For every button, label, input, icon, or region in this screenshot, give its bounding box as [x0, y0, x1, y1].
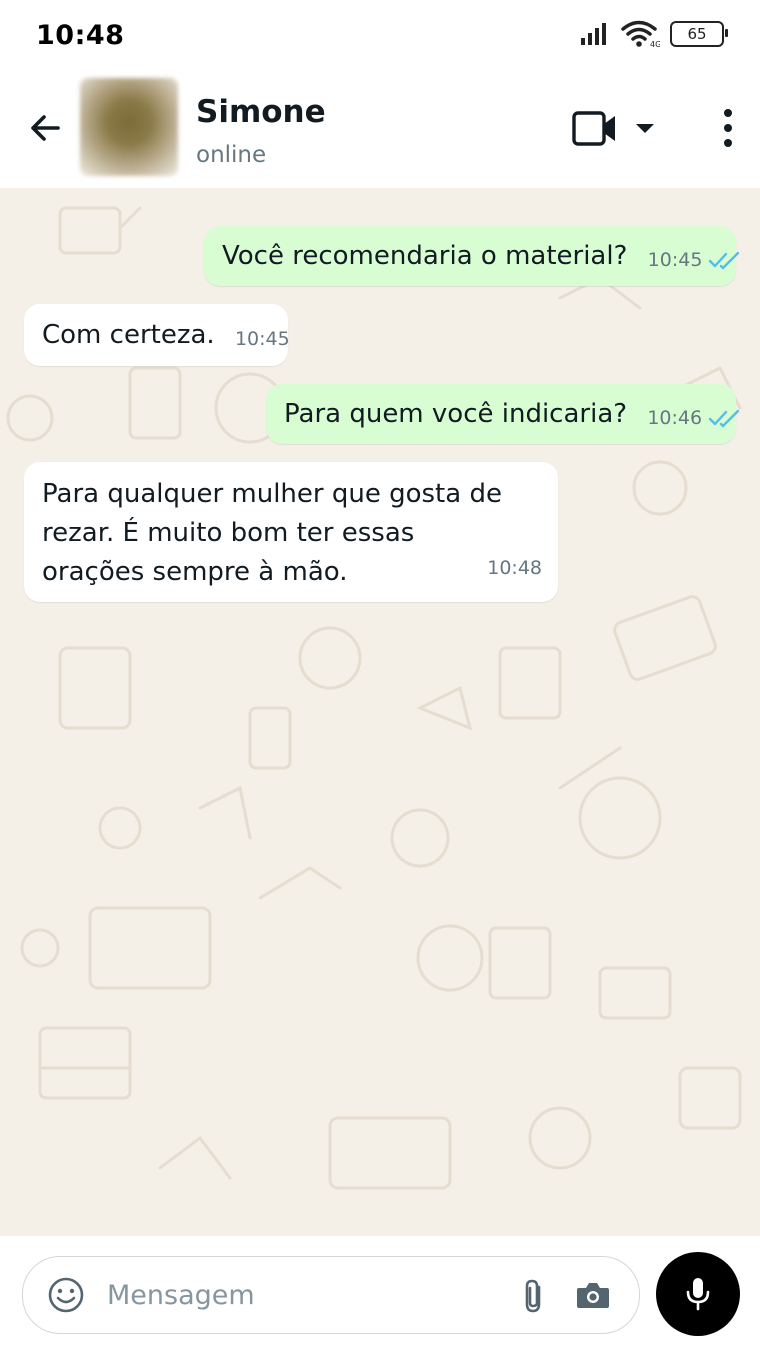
message-text: Você recomendaria o material?: [222, 241, 628, 271]
status-bar: 10:48 4G 65: [0, 0, 760, 72]
battery-icon: 65: [670, 21, 728, 47]
message-bubble-incoming[interactable]: Com certeza. 10:45: [24, 304, 290, 366]
contact-status: online: [196, 142, 267, 168]
microphone-icon: [686, 1278, 710, 1311]
message-meta: 10:45: [648, 240, 743, 280]
more-vertical-icon[interactable]: [716, 108, 740, 148]
chat-header: Simone online: [0, 72, 760, 188]
double-check-icon: [709, 251, 740, 270]
message-bubble-outgoing[interactable]: Você recomendaria o material? 10:45: [204, 226, 740, 286]
paperclip-icon[interactable]: [519, 1277, 549, 1315]
emoji-icon[interactable]: [47, 1276, 85, 1314]
status-icons: 4G 65: [580, 18, 728, 50]
message-bubble-outgoing[interactable]: Para quem você indicaria? 10:46: [266, 384, 740, 444]
chat-area[interactable]: Você recomendaria o material? 10:45 Com …: [0, 188, 760, 1236]
message-text: Com certeza.: [42, 320, 215, 350]
arrow-left-icon[interactable]: [26, 108, 66, 148]
svg-text:4G: 4G: [650, 40, 660, 48]
caret-down-icon: [636, 124, 654, 133]
signal-icon: [581, 23, 606, 45]
message-time: 10:46: [647, 407, 703, 429]
video-call-icon: [572, 111, 615, 146]
voice-message-button[interactable]: [656, 1252, 740, 1336]
message-meta: 10:45: [235, 319, 290, 359]
message-text: Para quem você indicaria?: [284, 399, 628, 429]
camera-icon[interactable]: [575, 1279, 611, 1311]
battery-level: 65: [687, 25, 707, 43]
message-bubble-incoming[interactable]: Para qualquer mulher que gosta de rezar.…: [24, 462, 558, 602]
double-check-icon: [708, 409, 740, 428]
message-composer[interactable]: [22, 1256, 640, 1334]
message-text: Para qualquer mulher que gosta de rezar.…: [42, 479, 502, 587]
composer-bar: [0, 1236, 760, 1352]
message-time: 10:45: [234, 328, 290, 350]
contact-name[interactable]: Simone: [196, 94, 326, 130]
message-meta: 10:46: [647, 398, 742, 438]
message-input[interactable]: [107, 1273, 407, 1317]
wifi-icon: 4G: [621, 20, 660, 48]
status-time: 10:48: [36, 20, 125, 51]
message-time: 10:45: [647, 249, 703, 271]
video-call-button[interactable]: [572, 110, 662, 148]
avatar[interactable]: [80, 78, 178, 176]
message-time: 10:48: [487, 557, 542, 579]
